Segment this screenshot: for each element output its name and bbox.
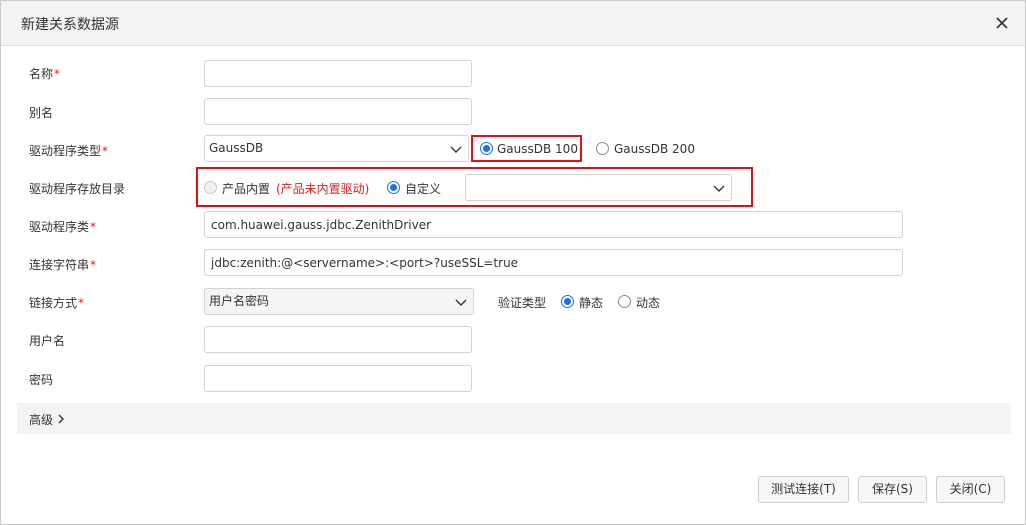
alias-input[interactable] <box>204 98 472 125</box>
gaussdb-200-label: GaussDB 200 <box>614 142 695 156</box>
connection-string-label: 连接字符串* <box>29 258 97 272</box>
dialog-title: 新建关系数据源 <box>21 17 119 33</box>
connect-method-value: 用户名密码 <box>209 294 270 308</box>
username-label: 用户名 <box>29 334 66 348</box>
connect-method-select[interactable]: 用户名密码 <box>204 288 474 315</box>
name-input[interactable] <box>204 60 472 87</box>
name-label: 名称* <box>29 67 61 81</box>
password-input[interactable] <box>204 365 472 392</box>
driver-dir-label: 驱动程序存放目录 <box>29 182 126 196</box>
chevron-down-icon <box>713 185 725 192</box>
driver-type-value: GaussDB <box>209 141 264 155</box>
password-label: 密码 <box>29 373 54 387</box>
custom-driver-label: 自定义 <box>405 182 442 196</box>
gaussdb-100-radio[interactable] <box>480 142 493 155</box>
close-icon[interactable] <box>991 12 1013 34</box>
builtin-driver-radio[interactable] <box>204 181 217 194</box>
custom-driver-radio[interactable] <box>387 181 400 194</box>
auth-dynamic-radio[interactable] <box>618 295 631 308</box>
username-input[interactable] <box>204 326 472 353</box>
custom-driver-select[interactable] <box>465 174 732 201</box>
auth-static-label: 静态 <box>579 296 604 310</box>
driver-class-label: 驱动程序类* <box>29 220 97 234</box>
test-connection-button[interactable]: 测试连接(T) <box>758 476 849 503</box>
new-datasource-dialog: 新建关系数据源 名称* 别名 驱动程序类型* GaussDB GaussDB 1… <box>0 0 1026 525</box>
chevron-right-icon <box>58 414 64 424</box>
close-button[interactable]: 关闭(C) <box>936 476 1005 503</box>
driver-class-input[interactable] <box>204 211 903 238</box>
connection-string-input[interactable] <box>204 249 903 276</box>
gaussdb-100-label: GaussDB 100 <box>497 142 578 156</box>
advanced-section-toggle[interactable]: 高级 <box>17 403 1011 434</box>
save-button[interactable]: 保存(S) <box>858 476 927 503</box>
driver-type-select[interactable]: GaussDB <box>204 135 469 162</box>
builtin-driver-warning: (产品未内置驱动) <box>276 182 370 196</box>
chevron-down-icon <box>455 299 467 306</box>
dialog-titlebar: 新建关系数据源 <box>1 1 1025 46</box>
alias-label: 别名 <box>29 106 54 120</box>
advanced-label: 高级 <box>29 413 54 427</box>
auth-dynamic-label: 动态 <box>636 296 661 310</box>
gaussdb-200-radio[interactable] <box>596 142 609 155</box>
builtin-driver-label: 产品内置 <box>222 182 271 196</box>
driver-type-label: 驱动程序类型* <box>29 144 109 158</box>
auth-type-label: 验证类型 <box>498 296 547 310</box>
chevron-down-icon <box>450 146 462 153</box>
auth-static-radio[interactable] <box>561 295 574 308</box>
connect-method-label: 链接方式* <box>29 296 85 310</box>
